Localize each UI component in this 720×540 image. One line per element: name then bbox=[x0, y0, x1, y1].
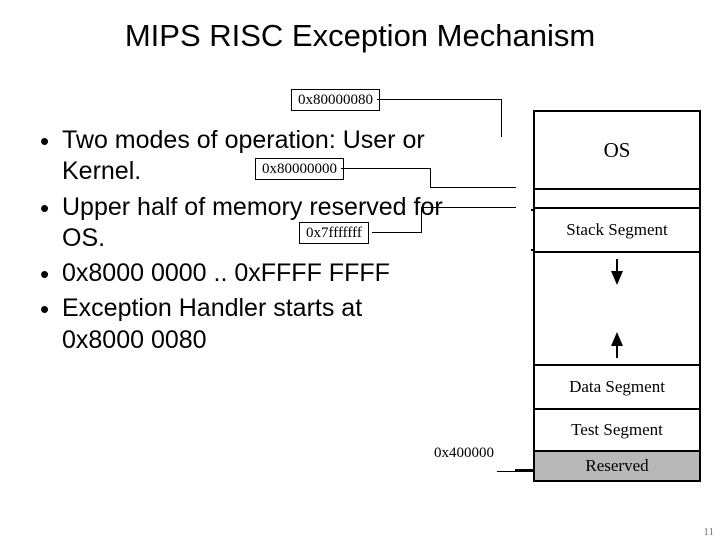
bullet-list: Two modes of operation: User or Kernel. … bbox=[40, 125, 450, 360]
slide: MIPS RISC Exception Mechanism Two modes … bbox=[0, 0, 720, 540]
address-label-text-base: 0x400000 bbox=[434, 445, 494, 462]
memory-segment-stack: Stack Segment bbox=[535, 209, 699, 253]
address-label-exception-handler: 0x80000080 bbox=[291, 89, 380, 111]
connector-line bbox=[430, 187, 516, 188]
bullet-item: Two modes of operation: User or Kernel. bbox=[40, 125, 450, 188]
connector-line bbox=[501, 99, 502, 137]
connector-line bbox=[341, 168, 431, 169]
connector-line bbox=[430, 168, 431, 188]
connector-line bbox=[377, 99, 502, 100]
memory-segment-gap bbox=[535, 190, 699, 209]
bullet-item: Exception Handler starts at 0x8000 0080 bbox=[40, 293, 450, 356]
page-number: 11 bbox=[703, 526, 714, 538]
connector-line bbox=[497, 471, 533, 472]
memory-segment-data: Data Segment bbox=[535, 366, 699, 410]
memory-segment-os: OS bbox=[535, 112, 699, 190]
memory-segment-growth bbox=[535, 253, 699, 366]
memory-segment-text: Test Segment bbox=[535, 410, 699, 452]
arrow-up-icon bbox=[611, 332, 623, 358]
connector-line bbox=[421, 207, 516, 208]
memory-map: OS Stack Segment Data Segment Test Segme… bbox=[533, 110, 701, 482]
notch-icon bbox=[531, 209, 535, 251]
segment-label: Stack Segment bbox=[566, 220, 668, 240]
address-label-kernel-base: 0x80000000 bbox=[255, 158, 344, 180]
bullet-item: Upper half of memory reserved for OS. bbox=[40, 192, 450, 255]
bullet-item: 0x8000 0000 .. 0xFFFF FFFF bbox=[40, 258, 450, 289]
connector-line bbox=[372, 232, 422, 233]
address-label-user-top: 0x7fffffff bbox=[299, 222, 369, 244]
memory-segment-reserved: Reserved bbox=[535, 452, 699, 482]
page-title: MIPS RISC Exception Mechanism bbox=[0, 18, 720, 54]
arrow-down-icon bbox=[611, 259, 623, 285]
connector-line bbox=[515, 469, 533, 471]
connector-line bbox=[421, 207, 422, 233]
